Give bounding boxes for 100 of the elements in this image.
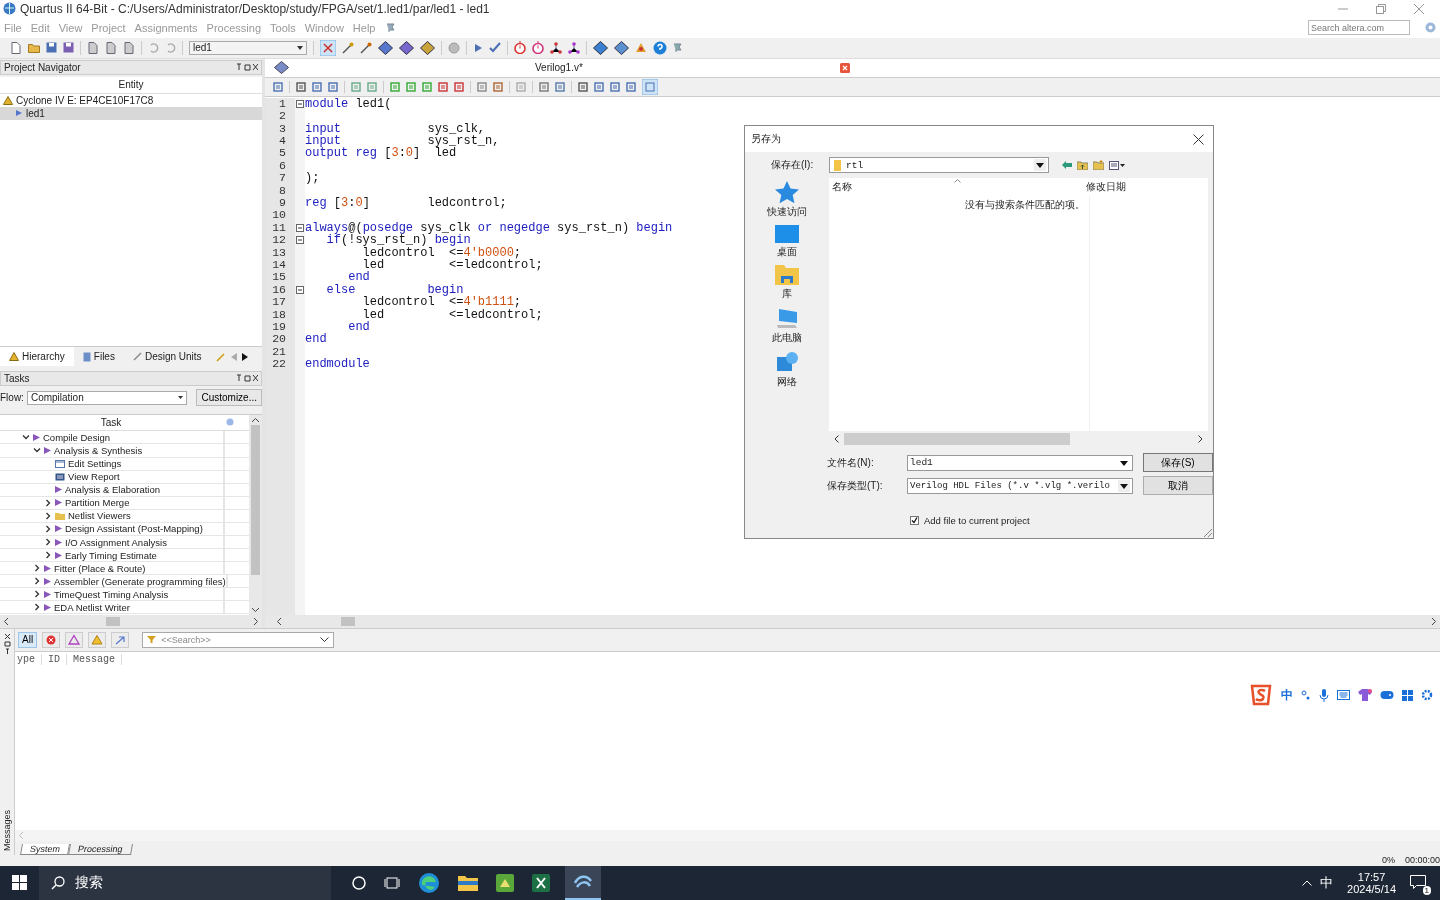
restore-icon[interactable]: [1376, 3, 1386, 14]
fold-icon[interactable]: [296, 285, 304, 294]
scrollbar-thumb[interactable]: [341, 616, 355, 626]
checkbox[interactable]: [910, 516, 919, 525]
arrow-left-icon[interactable]: [4, 617, 8, 625]
chevron-icon[interactable]: [33, 590, 41, 599]
app-icon[interactable]: [496, 874, 514, 892]
chevron-icon[interactable]: [33, 603, 41, 612]
clock-time[interactable]: 17:57: [1357, 871, 1386, 883]
arrow-right-icon[interactable]: [1432, 617, 1436, 625]
report-icon[interactable]: [55, 472, 65, 481]
close-icon[interactable]: [1193, 133, 1204, 145]
task-item[interactable]: TimeQuest Timing Analysis: [54, 588, 169, 600]
tool-icon[interactable]: [493, 81, 503, 92]
arrow-up-icon[interactable]: [252, 417, 259, 422]
caret-icon[interactable]: [1034, 159, 1046, 171]
chevron-icon[interactable]: [44, 551, 52, 560]
column-header[interactable]: Task: [0, 416, 222, 428]
filter-button[interactable]: All: [18, 631, 38, 648]
spreadsheet-icon[interactable]: [532, 874, 550, 892]
page-icon[interactable]: [123, 41, 135, 54]
place-label[interactable]: 库: [782, 287, 792, 301]
task-item[interactable]: Design Assistant (Post-Mapping): [65, 523, 203, 535]
microphone-icon[interactable]: [1319, 688, 1329, 702]
chevron-icon[interactable]: [33, 446, 41, 455]
task-item[interactable]: View Report: [68, 471, 120, 483]
column-header[interactable]: Message: [73, 654, 123, 666]
column-header[interactable]: ype: [17, 654, 42, 666]
task-item[interactable]: Netlist Viewers: [68, 510, 131, 522]
folder-dropdown[interactable]: rtl: [829, 157, 1049, 173]
customize-button[interactable]: Customize...: [196, 389, 262, 407]
flag-icon[interactable]: [386, 23, 396, 33]
caret-icon[interactable]: [178, 396, 184, 400]
arrow-down-icon[interactable]: [252, 607, 259, 612]
computer-icon[interactable]: [775, 307, 799, 329]
diamond-icon[interactable]: [378, 40, 393, 55]
task-item[interactable]: EDA Netlist Writer: [54, 601, 130, 613]
task-item[interactable]: Edit Settings: [68, 458, 122, 470]
wand-icon[interactable]: [342, 41, 354, 54]
task-item[interactable]: Analysis & Elaboration: [65, 484, 161, 496]
fold-icon[interactable]: [296, 236, 304, 245]
scrollbar[interactable]: [249, 414, 262, 615]
page-icon[interactable]: [10, 41, 22, 54]
tool-icon[interactable]: [438, 81, 448, 92]
project-dropdown[interactable]: led1: [189, 40, 307, 55]
tool-icon[interactable]: [328, 81, 338, 92]
panel-tab[interactable]: Files: [73, 347, 124, 367]
ime-mode[interactable]: 中: [1281, 686, 1293, 704]
place-label[interactable]: 此电脑: [772, 331, 802, 345]
new-folder-icon[interactable]: [1093, 160, 1104, 170]
chevron-icon[interactable]: [44, 524, 52, 533]
tool-icon[interactable]: [477, 81, 487, 92]
info-icon[interactable]: [111, 631, 130, 648]
arrow-right-icon[interactable]: [254, 617, 258, 625]
column-header[interactable]: 名称: [832, 180, 1086, 194]
cancel-button[interactable]: 取消: [1143, 476, 1213, 495]
star-icon[interactable]: [775, 181, 799, 203]
panel-controls-icon[interactable]: [236, 63, 258, 72]
tool-icon[interactable]: [454, 81, 464, 92]
file-type-dropdown[interactable]: Verilog HDL Files (*.v *.vlg *.verilo: [907, 477, 1133, 494]
diamond-icon[interactable]: [614, 40, 629, 55]
search-field[interactable]: Search altera.com: [1308, 20, 1410, 36]
scrollbar-thumb[interactable]: [106, 616, 120, 626]
resize-grip-icon[interactable]: [1204, 529, 1212, 537]
search-dropdown[interactable]: <<Search>>: [142, 631, 335, 648]
caret-icon[interactable]: [297, 45, 303, 50]
clock-date[interactable]: 2024/5/14: [1347, 883, 1396, 895]
window-icon[interactable]: [55, 459, 65, 468]
panel-tab[interactable]: Hierarchy: [0, 347, 74, 367]
task-item[interactable]: Analysis & Synthesis: [54, 444, 143, 456]
diamond-icon[interactable]: [420, 40, 435, 55]
tool-icon[interactable]: [296, 81, 306, 92]
flow-dropdown[interactable]: Compilation: [26, 390, 188, 405]
input-method[interactable]: 中: [1320, 874, 1334, 892]
tool-icon[interactable]: [273, 81, 283, 92]
scrollbar[interactable]: [265, 614, 1440, 628]
settings-icon[interactable]: [1421, 689, 1433, 701]
file-icon[interactable]: [82, 351, 91, 362]
play-icon[interactable]: [473, 42, 483, 53]
stopwatch-icon[interactable]: [532, 41, 544, 55]
help-icon[interactable]: [653, 40, 667, 55]
fold-icon[interactable]: [296, 223, 304, 232]
chevron-icon[interactable]: [33, 577, 41, 586]
save-button[interactable]: 保存(S): [1143, 453, 1213, 472]
place-label[interactable]: 网络: [777, 375, 797, 389]
arrow-left-icon[interactable]: [277, 617, 281, 625]
punctuation-icon[interactable]: [1301, 690, 1311, 700]
place-label[interactable]: 快速访问: [767, 205, 807, 219]
chevron-icon[interactable]: [44, 498, 52, 507]
network-icon[interactable]: [550, 41, 562, 54]
stopwatch-icon[interactable]: [514, 41, 526, 55]
critical-warning-icon[interactable]: [65, 631, 84, 648]
column-header[interactable]: 修改日期: [1086, 180, 1126, 194]
diamond-icon[interactable]: [399, 40, 414, 55]
notification-icon[interactable]: [1410, 875, 1426, 889]
chevron-icon[interactable]: [22, 433, 30, 442]
task-item[interactable]: Assembler (Generate programming files): [54, 575, 226, 587]
task-item[interactable]: Compile Design: [43, 431, 111, 443]
editor-tab[interactable]: Verilog1.v*: [535, 62, 583, 74]
ime-logo-icon[interactable]: [1249, 684, 1273, 706]
